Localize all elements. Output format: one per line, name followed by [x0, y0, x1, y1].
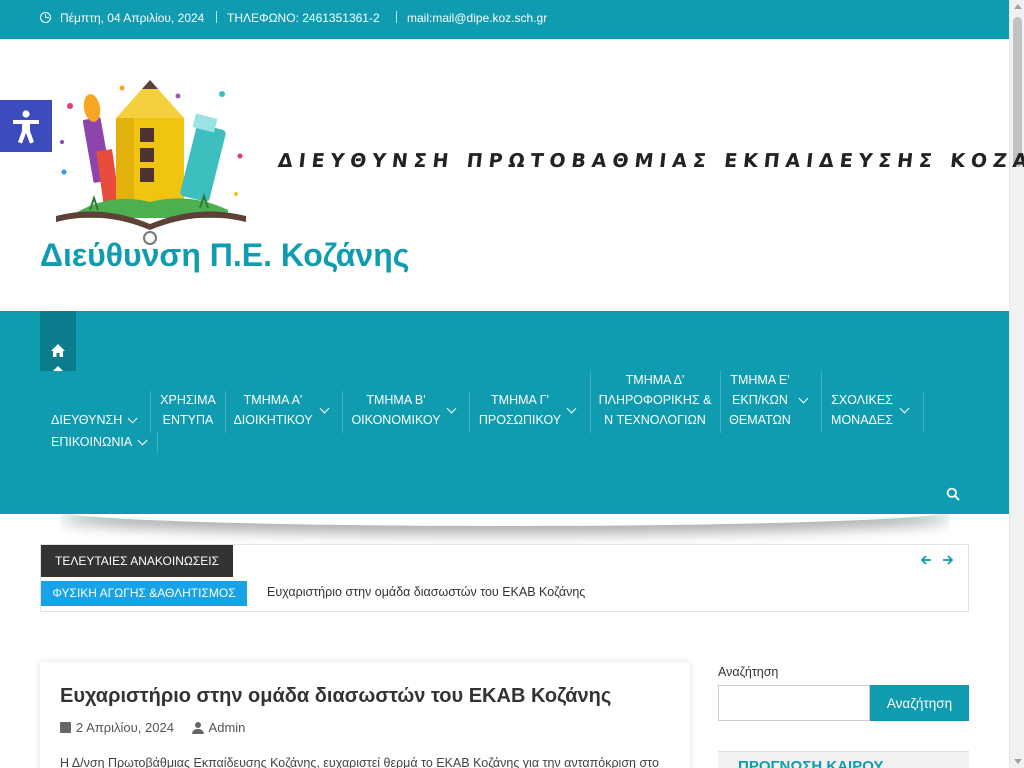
- nav-divider: [821, 371, 822, 433]
- post-card: Ευχαριστήριο στην ομάδα διασωστών του ΕΚ…: [40, 662, 690, 768]
- nav-item-useful-forms[interactable]: ΧΡΗΣΙΜΑ ΕΝΤΥΠΑ: [160, 390, 216, 430]
- ticker-headline[interactable]: Ευχαριστήριο στην ομάδα διασωστών του ΕΚ…: [267, 585, 585, 599]
- main-navigation: ΔΙΕΥΘΥΝΣΗ ΧΡΗΣΙΜΑ ΕΝΤΥΠΑ ΤΜΗΜΑ Α' ΔΙΟΙΚΗ…: [0, 311, 1009, 514]
- ticker-label: ΤΕΛΕΥΤΑΙΕΣ ΑΝΑΚΟΙΝΩΣΕΙΣ: [41, 545, 233, 577]
- search-widget-label: Αναζήτηση: [718, 665, 779, 679]
- scroll-down-arrow[interactable]: [1014, 759, 1022, 764]
- user-icon: [191, 721, 204, 734]
- nav-item-dept-e[interactable]: ΤΜΗΜΑ Ε' ΕΚΠ/ΚΩΝ ΘΕΜΑΤΩΝ: [728, 370, 792, 430]
- home-button[interactable]: [40, 311, 76, 371]
- email-link[interactable]: mail:mail@dipe.koz.sch.gr: [407, 11, 547, 25]
- nav-item-dept-c[interactable]: ΤΜΗΜΑ Γ' ΠΡΟΣΩΠΙΚΟΥ: [478, 390, 562, 430]
- nav-divider: [923, 391, 924, 433]
- accessibility-button[interactable]: [0, 100, 52, 152]
- post-title[interactable]: Ευχαριστήριο στην ομάδα διασωστών του ΕΚ…: [60, 685, 611, 708]
- chevron-down-icon[interactable]: [137, 435, 148, 446]
- nav-divider: [150, 391, 151, 433]
- accessibility-icon: [13, 110, 39, 144]
- nav-item-dept-a[interactable]: ΤΜΗΜΑ Α' ΔΙΟΙΚΗΤΙΚΟΥ: [233, 390, 313, 430]
- scroll-thumb[interactable]: [1013, 17, 1022, 167]
- pencils-book-logo-icon: [56, 80, 246, 245]
- phone-number: ΤΗΛΕΦΩΝΟ: 2461351361-2: [227, 11, 380, 25]
- home-icon: [51, 344, 65, 357]
- nav-shadow: [60, 514, 950, 544]
- arrow-left-icon[interactable]: [919, 553, 933, 567]
- search-button[interactable]: Αναζήτηση: [870, 685, 969, 721]
- post-author[interactable]: Admin: [209, 720, 246, 735]
- site-logo[interactable]: [50, 76, 255, 248]
- separator: [396, 11, 397, 23]
- chevron-down-icon[interactable]: [319, 403, 330, 414]
- weather-widget: ΠΡΟΓΝΩΣΗ ΚΑΙΡΟΥ: [718, 751, 969, 768]
- chevron-down-icon[interactable]: [566, 403, 577, 414]
- post-excerpt: Η Δ/νση Πρωτοβάθμιας Εκπαίδευσης Κοζάνης…: [60, 756, 659, 768]
- nav-item-school-units[interactable]: ΣΧΟΛΙΚΕΣ ΜΟΝΑΔΕΣ: [829, 390, 895, 430]
- nav-item-directorate[interactable]: ΔΙΕΥΘΥΝΣΗ: [51, 410, 122, 430]
- nav-divider: [590, 371, 591, 433]
- post-meta: 2 Απριλίου, 2024 Admin: [60, 719, 245, 735]
- nav-divider: [469, 391, 470, 433]
- search-icon[interactable]: [946, 487, 960, 501]
- nav-item-dept-d[interactable]: ΤΜΗΜΑ Δ' ΠΛΗΡΟΦΟΡΙΚΗΣ & Ν ΤΕΧΝΟΛΟΓΙΩΝ: [598, 370, 712, 430]
- scroll-up-arrow[interactable]: [1014, 4, 1022, 9]
- site-title[interactable]: Διεύθυνση Π.Ε. Κοζάνης: [40, 237, 409, 274]
- chevron-down-icon[interactable]: [446, 403, 457, 414]
- nav-divider: [342, 391, 343, 433]
- current-date: Πέμπτη, 04 Απριλίου, 2024: [60, 11, 205, 25]
- chevron-down-icon[interactable]: [798, 393, 809, 404]
- banner-text: ΔΙΕΥΘΥΝΣΗ ΠΡΩΤΟΒΑΘΜΙΑΣ ΕΚΠΑΙΔΕΥΣΗΣ ΚΟΖΑΝ…: [276, 150, 1024, 172]
- chevron-down-icon[interactable]: [127, 413, 138, 424]
- page-scrollbar[interactable]: [1009, 0, 1024, 768]
- calendar-icon: [60, 722, 71, 734]
- search-input[interactable]: [718, 685, 870, 721]
- separator: [216, 11, 217, 23]
- clock-icon: [40, 12, 51, 23]
- ticker-category-badge[interactable]: ΦΥΣΙΚΗ ΑΓΩΓΗΣ &ΑΘΛΗΤΙΣΜΟΣ: [41, 581, 247, 606]
- chevron-down-icon[interactable]: [899, 403, 910, 414]
- nav-divider: [720, 371, 721, 433]
- nav-divider: [157, 431, 158, 453]
- post-date[interactable]: 2 Απριλίου, 2024: [76, 720, 174, 735]
- nav-item-contact[interactable]: ΕΠΙΚΟΙΝΩΝΙΑ: [51, 432, 132, 452]
- news-ticker: ΤΕΛΕΥΤΑΙΕΣ ΑΝΑΚΟΙΝΩΣΕΙΣ ΦΥΣΙΚΗ ΑΓΩΓΗΣ &Α…: [40, 544, 969, 612]
- top-bar: Πέμπτη, 04 Απριλίου, 2024 ΤΗΛΕΦΩΝΟ: 2461…: [0, 0, 1009, 39]
- nav-divider: [225, 391, 226, 433]
- weather-widget-title: ΠΡΟΓΝΩΣΗ ΚΑΙΡΟΥ: [738, 758, 884, 768]
- arrow-right-icon[interactable]: [941, 553, 955, 567]
- nav-item-dept-b[interactable]: ΤΜΗΜΑ Β' ΟΙΚΟΝΟΜΙΚΟΥ: [351, 390, 441, 430]
